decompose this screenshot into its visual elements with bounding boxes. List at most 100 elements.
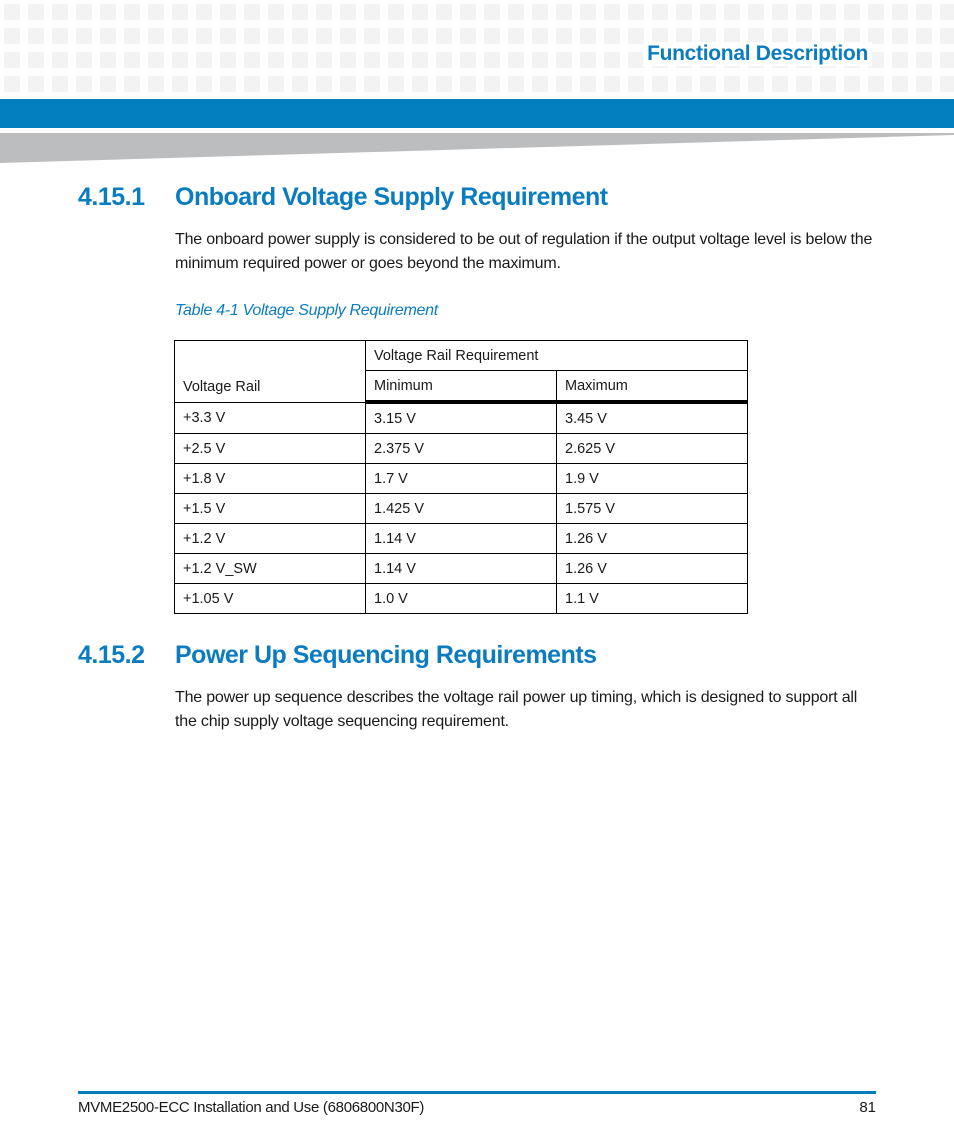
column-group-header: Voltage Rail Requirement — [365, 340, 748, 371]
pattern-tile — [316, 52, 332, 68]
pattern-tile — [364, 4, 380, 20]
pattern-tile — [52, 76, 68, 92]
cell-rail: +1.2 V — [174, 523, 366, 554]
cell-min: 1.7 V — [365, 463, 557, 494]
pattern-tile — [604, 52, 620, 68]
pattern-tile — [364, 52, 380, 68]
pattern-tile — [940, 76, 954, 92]
pattern-tile — [364, 76, 380, 92]
pattern-tile — [148, 76, 164, 92]
pattern-tile — [52, 52, 68, 68]
pattern-tile — [100, 76, 116, 92]
cell-min: 3.15 V — [365, 401, 557, 434]
pattern-tile — [628, 52, 644, 68]
pattern-tile — [796, 76, 812, 92]
column-header-voltage-rail: Voltage Rail — [174, 340, 366, 403]
pattern-tile — [172, 4, 188, 20]
pattern-tile — [772, 76, 788, 92]
table-row: +3.3 V 3.15 V 3.45 V — [174, 401, 748, 434]
pattern-tile — [292, 52, 308, 68]
pattern-tile — [556, 28, 572, 44]
voltage-supply-table: Voltage Rail Voltage Rail Requirement Mi… — [174, 340, 748, 614]
pattern-tile — [268, 28, 284, 44]
pattern-tile — [244, 28, 260, 44]
pattern-tile — [628, 4, 644, 20]
pattern-tile — [196, 52, 212, 68]
pattern-tile — [700, 76, 716, 92]
table-caption: Table 4-1 Voltage Supply Requirement — [175, 302, 438, 319]
pattern-tile — [436, 4, 452, 20]
table-row: +2.5 V 2.375 V 2.625 V — [174, 433, 748, 464]
pattern-tile — [412, 52, 428, 68]
pattern-tile — [76, 76, 92, 92]
pattern-tile — [892, 52, 908, 68]
pattern-tile — [532, 28, 548, 44]
pattern-tile — [76, 28, 92, 44]
pattern-tile — [268, 4, 284, 20]
pattern-tile — [868, 4, 884, 20]
pattern-tile — [388, 76, 404, 92]
pattern-tile — [532, 52, 548, 68]
table-row: +1.5 V 1.425 V 1.575 V — [174, 493, 748, 524]
pattern-tile — [4, 76, 20, 92]
pattern-tile — [796, 4, 812, 20]
cell-max: 1.1 V — [556, 583, 748, 614]
pattern-tile — [124, 76, 140, 92]
pattern-tile — [940, 28, 954, 44]
pattern-tile — [460, 4, 476, 20]
cell-rail: +1.8 V — [174, 463, 366, 494]
pattern-tile — [76, 52, 92, 68]
cell-rail: +3.3 V — [174, 401, 366, 434]
table-row: +1.2 V 1.14 V 1.26 V — [174, 523, 748, 554]
cell-rail: +2.5 V — [174, 433, 366, 464]
pattern-tile — [556, 4, 572, 20]
pattern-tile — [388, 52, 404, 68]
pattern-tile — [124, 28, 140, 44]
pattern-tile — [676, 76, 692, 92]
pattern-tile — [340, 4, 356, 20]
pattern-tile — [196, 4, 212, 20]
pattern-tile — [604, 76, 620, 92]
pattern-tile — [172, 28, 188, 44]
pattern-tile — [100, 4, 116, 20]
table-row: +1.2 V_SW 1.14 V 1.26 V — [174, 553, 748, 584]
pattern-tile — [748, 4, 764, 20]
pattern-tile — [148, 4, 164, 20]
pattern-tile — [28, 52, 44, 68]
pattern-tile — [508, 4, 524, 20]
table-row: +1.8 V 1.7 V 1.9 V — [174, 463, 748, 494]
pattern-tile — [28, 4, 44, 20]
column-header-maximum: Maximum — [556, 370, 748, 404]
pattern-tile — [748, 76, 764, 92]
pattern-tile — [772, 4, 788, 20]
pattern-tile — [580, 28, 596, 44]
pattern-tile — [916, 28, 932, 44]
footer-document-title: MVME2500-ECC Installation and Use (68068… — [78, 1099, 425, 1116]
pattern-tile — [220, 76, 236, 92]
pattern-tile — [580, 4, 596, 20]
pattern-tile — [460, 28, 476, 44]
pattern-tile — [508, 52, 524, 68]
pattern-tile — [700, 4, 716, 20]
pattern-tile — [532, 76, 548, 92]
pattern-tile — [484, 76, 500, 92]
pattern-tile — [412, 28, 428, 44]
pattern-tile — [652, 4, 668, 20]
pattern-tile — [124, 52, 140, 68]
pattern-tile — [364, 28, 380, 44]
pattern-tile — [220, 52, 236, 68]
pattern-tile — [580, 76, 596, 92]
section-title: Power Up Sequencing Requirements — [175, 641, 597, 669]
pattern-tile — [316, 28, 332, 44]
pattern-tile — [268, 76, 284, 92]
cell-max: 1.9 V — [556, 463, 748, 494]
pattern-tile — [604, 28, 620, 44]
pattern-tile — [820, 76, 836, 92]
pattern-tile — [340, 76, 356, 92]
footer-rule — [78, 1091, 876, 1094]
pattern-tile — [340, 52, 356, 68]
pattern-tile — [844, 4, 860, 20]
pattern-tile — [844, 76, 860, 92]
pattern-tile — [76, 4, 92, 20]
pattern-tile — [196, 28, 212, 44]
